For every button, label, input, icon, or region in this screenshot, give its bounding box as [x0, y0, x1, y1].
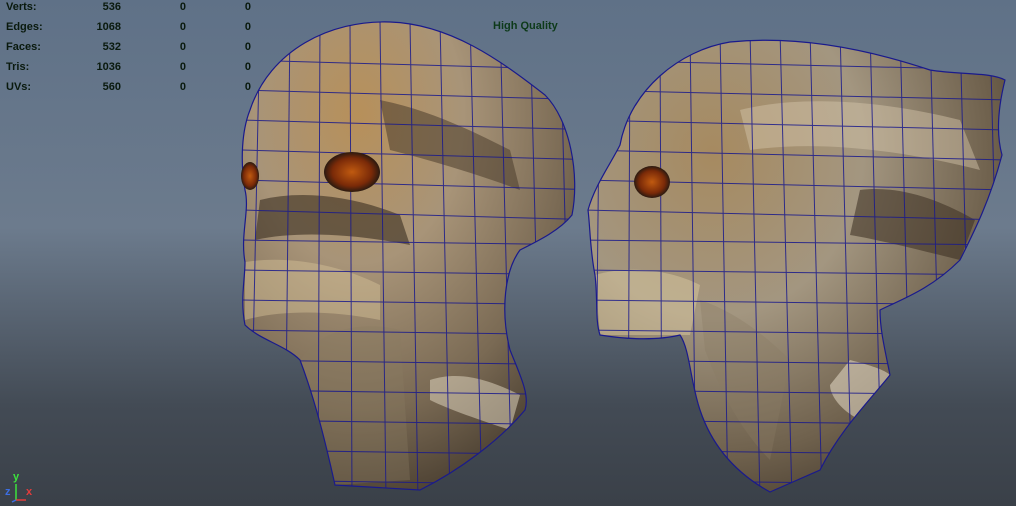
eye-side — [634, 166, 670, 198]
axis-y-label: y — [13, 471, 20, 483]
alien-head-model-side[interactable] — [0, 0, 1016, 506]
3d-viewport[interactable]: Verts: 536 0 0 Edges: 1068 0 0 Faces: 53… — [0, 0, 1016, 506]
view-axis-indicator: y z x — [2, 470, 42, 504]
axis-x-label: x — [26, 486, 33, 498]
axis-z-label: z — [5, 486, 11, 498]
